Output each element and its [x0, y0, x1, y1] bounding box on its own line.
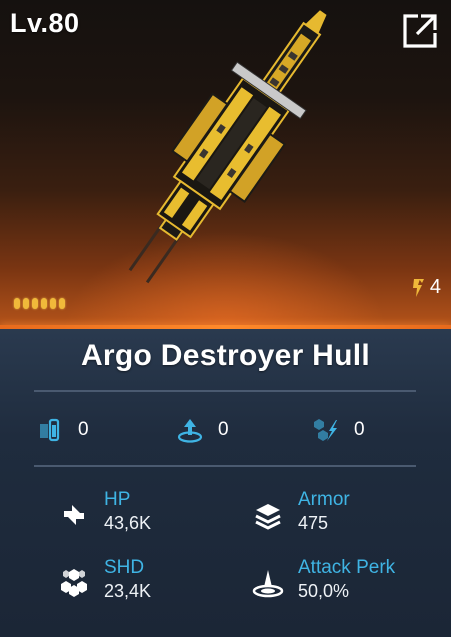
stat-hp: HP 43,6K	[58, 489, 151, 535]
star-pip	[32, 298, 38, 309]
tier-indicator: 4	[410, 276, 441, 299]
mod-slot-augment[interactable]: 0	[312, 416, 365, 444]
stat-shd: SHD 23,4K	[58, 557, 151, 603]
stat-attack-perk: Attack Perk 50,0%	[252, 557, 395, 603]
info-panel: Argo Destroyer Hull 0 0 0 HP 43,6K Armor…	[0, 329, 451, 637]
stat-label: Attack Perk	[298, 557, 396, 578]
level-label: Lv.80	[10, 8, 80, 38]
augment-gem-icon	[314, 419, 337, 441]
stat-label: Armor	[298, 489, 350, 510]
star-pip	[59, 298, 65, 309]
shield-hex-icon	[61, 569, 87, 597]
star-pip	[50, 298, 56, 309]
star-pip	[23, 298, 29, 309]
stat-value: 43,6K	[104, 513, 152, 533]
ship-art-area: Lv.80 4	[0, 0, 451, 329]
stat-value: 475	[298, 513, 329, 533]
expand-icon[interactable]	[401, 12, 439, 50]
tier-bolt-icon	[412, 278, 424, 297]
star-rating	[14, 298, 65, 309]
stat-armor: Armor 475	[252, 489, 350, 535]
stat-value: 23,4K	[104, 581, 152, 601]
stat-label: HP	[104, 489, 131, 510]
mod-slots-row: 0 0 0	[0, 416, 451, 456]
attack-perk-icon	[252, 570, 284, 598]
module-slot-icon	[40, 418, 60, 442]
mod-slot-upgrade[interactable]: 0	[176, 416, 229, 444]
star-pip	[41, 298, 47, 309]
mod-count: 0	[354, 419, 365, 440]
stat-value: 50,0%	[298, 581, 350, 601]
mod-slot-module[interactable]: 0	[36, 416, 89, 444]
divider-top	[34, 390, 416, 392]
upgrade-arrow-icon	[177, 419, 203, 443]
item-title: Argo Destroyer Hull	[80, 339, 371, 372]
divider-bottom	[34, 465, 416, 467]
armor-icon	[255, 504, 281, 530]
tier-value: 4	[429, 276, 441, 298]
star-pip	[14, 298, 20, 309]
mod-count: 0	[218, 419, 229, 440]
stat-label: SHD	[104, 557, 145, 578]
mod-count: 0	[78, 419, 89, 440]
hull-card: Lv.80 4 Argo Destroyer Hull 0 0 0 HP 43,…	[0, 0, 451, 637]
hp-icon	[64, 505, 84, 525]
ship-hull-image	[128, 10, 327, 284]
